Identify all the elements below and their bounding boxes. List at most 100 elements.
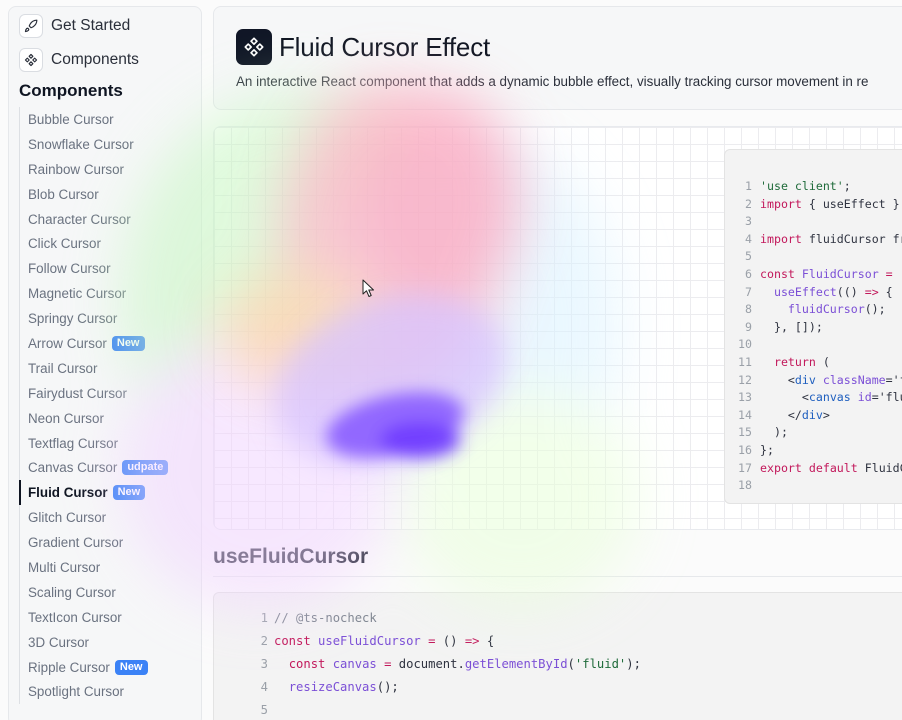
line-number: 14: [738, 407, 752, 422]
code-token: div: [801, 407, 823, 422]
sidebar-nav: Bubble Cursor Snowflake Cursor Rainbow Cur…: [19, 107, 201, 705]
code-token: </: [760, 407, 802, 422]
sidebar-item-label: Blob Cursor: [28, 186, 99, 202]
code-line: 11 return (: [725, 354, 830, 372]
sidebar-item-label: Neon Cursor: [28, 410, 104, 426]
sidebar-section-title: Components: [19, 81, 123, 100]
code-token: className: [822, 372, 886, 387]
code-token: canvas: [332, 657, 377, 671]
code-token: {: [878, 284, 893, 299]
sidebar-item-label: 3D Cursor: [28, 634, 90, 650]
sidebar-item-fluid-cursor[interactable]: Fluid Cursor New: [19, 480, 201, 506]
sidebar-item-fairydust-cursor[interactable]: Fairydust Cursor: [20, 381, 201, 406]
sidebar-item-click-cursor[interactable]: Click Cursor: [20, 231, 201, 256]
line-number: 1: [260, 611, 268, 625]
sidebar-item-rainbow-cursor[interactable]: Rainbow Cursor: [20, 157, 201, 182]
line-number: 1: [745, 179, 752, 193]
sidebar-item-spotlight-cursor[interactable]: Spotlight Cursor: [20, 679, 201, 704]
status-badge: New: [114, 659, 148, 675]
line-number: 17: [738, 460, 752, 475]
status-badge: udpate: [122, 460, 169, 476]
code-line: 2 import { useEffect }: [725, 196, 900, 214]
code-token: ((): [836, 284, 865, 299]
sidebar-item-scaling-cursor[interactable]: Scaling Cursor: [20, 580, 201, 605]
sidebar-item-magnetic-cursor[interactable]: Magnetic Cursor: [20, 281, 201, 306]
code-token: return: [773, 355, 816, 369]
line-number: 5: [260, 703, 268, 717]
sidebar-item-label: Follow Cursor: [28, 261, 111, 277]
sidebar-item-label: Fairydust Cursor: [28, 385, 127, 401]
code-line: 14 </div>: [725, 407, 830, 425]
code-token: canvas: [808, 390, 851, 405]
sidebar-link-components[interactable]: Components: [19, 45, 201, 75]
hook-code-block[interactable]: 1// @ts-nocheck 2 const useFluidCursor = (…: [213, 592, 902, 720]
code-token: =: [885, 267, 893, 281]
sidebar-item-multi-cursor[interactable]: Multi Cursor: [20, 555, 201, 580]
sidebar-item-follow-cursor[interactable]: Follow Cursor: [20, 256, 201, 281]
sidebar-item-texticon-cursor[interactable]: TextIcon Cursor: [20, 605, 201, 630]
code-token: (: [815, 355, 830, 369]
sidebar-item-canvas-cursor[interactable]: Canvas Cursor udpate: [20, 455, 201, 480]
sidebar-item-character-cursor[interactable]: Character Cursor: [20, 207, 201, 232]
components-icon: [19, 48, 43, 72]
sidebar-item-ripple-cursor[interactable]: Ripple Cursor New: [20, 655, 201, 680]
code-line: 6 const FluidCursor = (: [725, 266, 902, 284]
line-number: 18: [738, 478, 752, 493]
sidebar-item-label: Springy Cursor: [28, 311, 118, 327]
sidebar-item-label: Character Cursor: [28, 211, 131, 227]
line-number: 10: [738, 337, 752, 352]
sidebar-item-label: Glitch Cursor: [28, 510, 107, 526]
code-line: 4 import fluidCursor fr: [725, 231, 902, 249]
sidebar-item-springy-cursor[interactable]: Springy Cursor: [20, 306, 201, 331]
code-token: ();: [376, 680, 399, 694]
line-number: 2: [260, 634, 268, 648]
sidebar-item-trail-cursor[interactable]: Trail Cursor: [20, 356, 201, 381]
code-line: 10: [725, 336, 760, 354]
sidebar-item-textflag-cursor[interactable]: Textflag Cursor: [20, 431, 201, 456]
sidebar-item-label: Bubble Cursor: [28, 111, 114, 127]
sidebar-item-blob-cursor[interactable]: Blob Cursor: [20, 182, 201, 207]
code-line: 18: [725, 477, 760, 495]
line-number: 2: [745, 196, 752, 211]
code-line: 1 'use client';: [725, 178, 851, 196]
divider: [213, 576, 902, 577]
code-token: id: [857, 390, 872, 405]
sidebar-item-3d-cursor[interactable]: 3D Cursor: [20, 630, 201, 655]
line-number: 13: [738, 390, 752, 405]
code-token: import: [760, 231, 802, 246]
code-token: >: [822, 407, 830, 422]
sidebar-item-label: Scaling Cursor: [28, 584, 116, 600]
sidebar-item-glitch-cursor[interactable]: Glitch Cursor: [20, 505, 201, 530]
section-heading: useFluidCursor: [213, 545, 369, 568]
line-number: 5: [745, 249, 752, 264]
code-token: const: [760, 267, 795, 281]
sidebar-item-label: Spotlight Cursor: [28, 684, 125, 700]
sidebar-item-bubble-cursor[interactable]: Bubble Cursor: [20, 107, 201, 132]
code-line: 3 const canvas = document.getElementById…: [214, 653, 641, 676]
sidebar-link-get-started[interactable]: Get Started: [19, 11, 201, 41]
sidebar-item-gradient-cursor[interactable]: Gradient Cursor: [20, 530, 201, 555]
line-number: 16: [738, 443, 752, 457]
code-line: 8 fluidCursor();: [725, 301, 886, 319]
line-number: 8: [745, 302, 752, 317]
sidebar-item-snowflake-cursor[interactable]: Snowflake Cursor: [20, 132, 201, 157]
components-icon: [236, 29, 272, 65]
code-line: 7 useEffect(() => {: [725, 284, 893, 302]
code-line: 16};: [725, 442, 774, 460]
preview-code-panel[interactable]: 1 'use client'; 2 import { useEffect } 3 4 imp…: [724, 149, 902, 504]
sidebar-link-label: Components: [51, 51, 139, 68]
code-line: 1 // @ts-nocheck: [214, 607, 377, 630]
sidebar-item-arrow-cursor[interactable]: Arrow Cursor New: [20, 331, 201, 356]
code-token: resizeCanvas: [288, 680, 377, 694]
code-token: (): [435, 634, 465, 648]
code-line: 15 );: [725, 424, 788, 442]
sidebar-item-neon-cursor[interactable]: Neon Cursor: [20, 406, 201, 431]
line-number: 4: [260, 680, 268, 694]
page-header: Fluid Cursor Effect An interactive React…: [213, 6, 902, 110]
